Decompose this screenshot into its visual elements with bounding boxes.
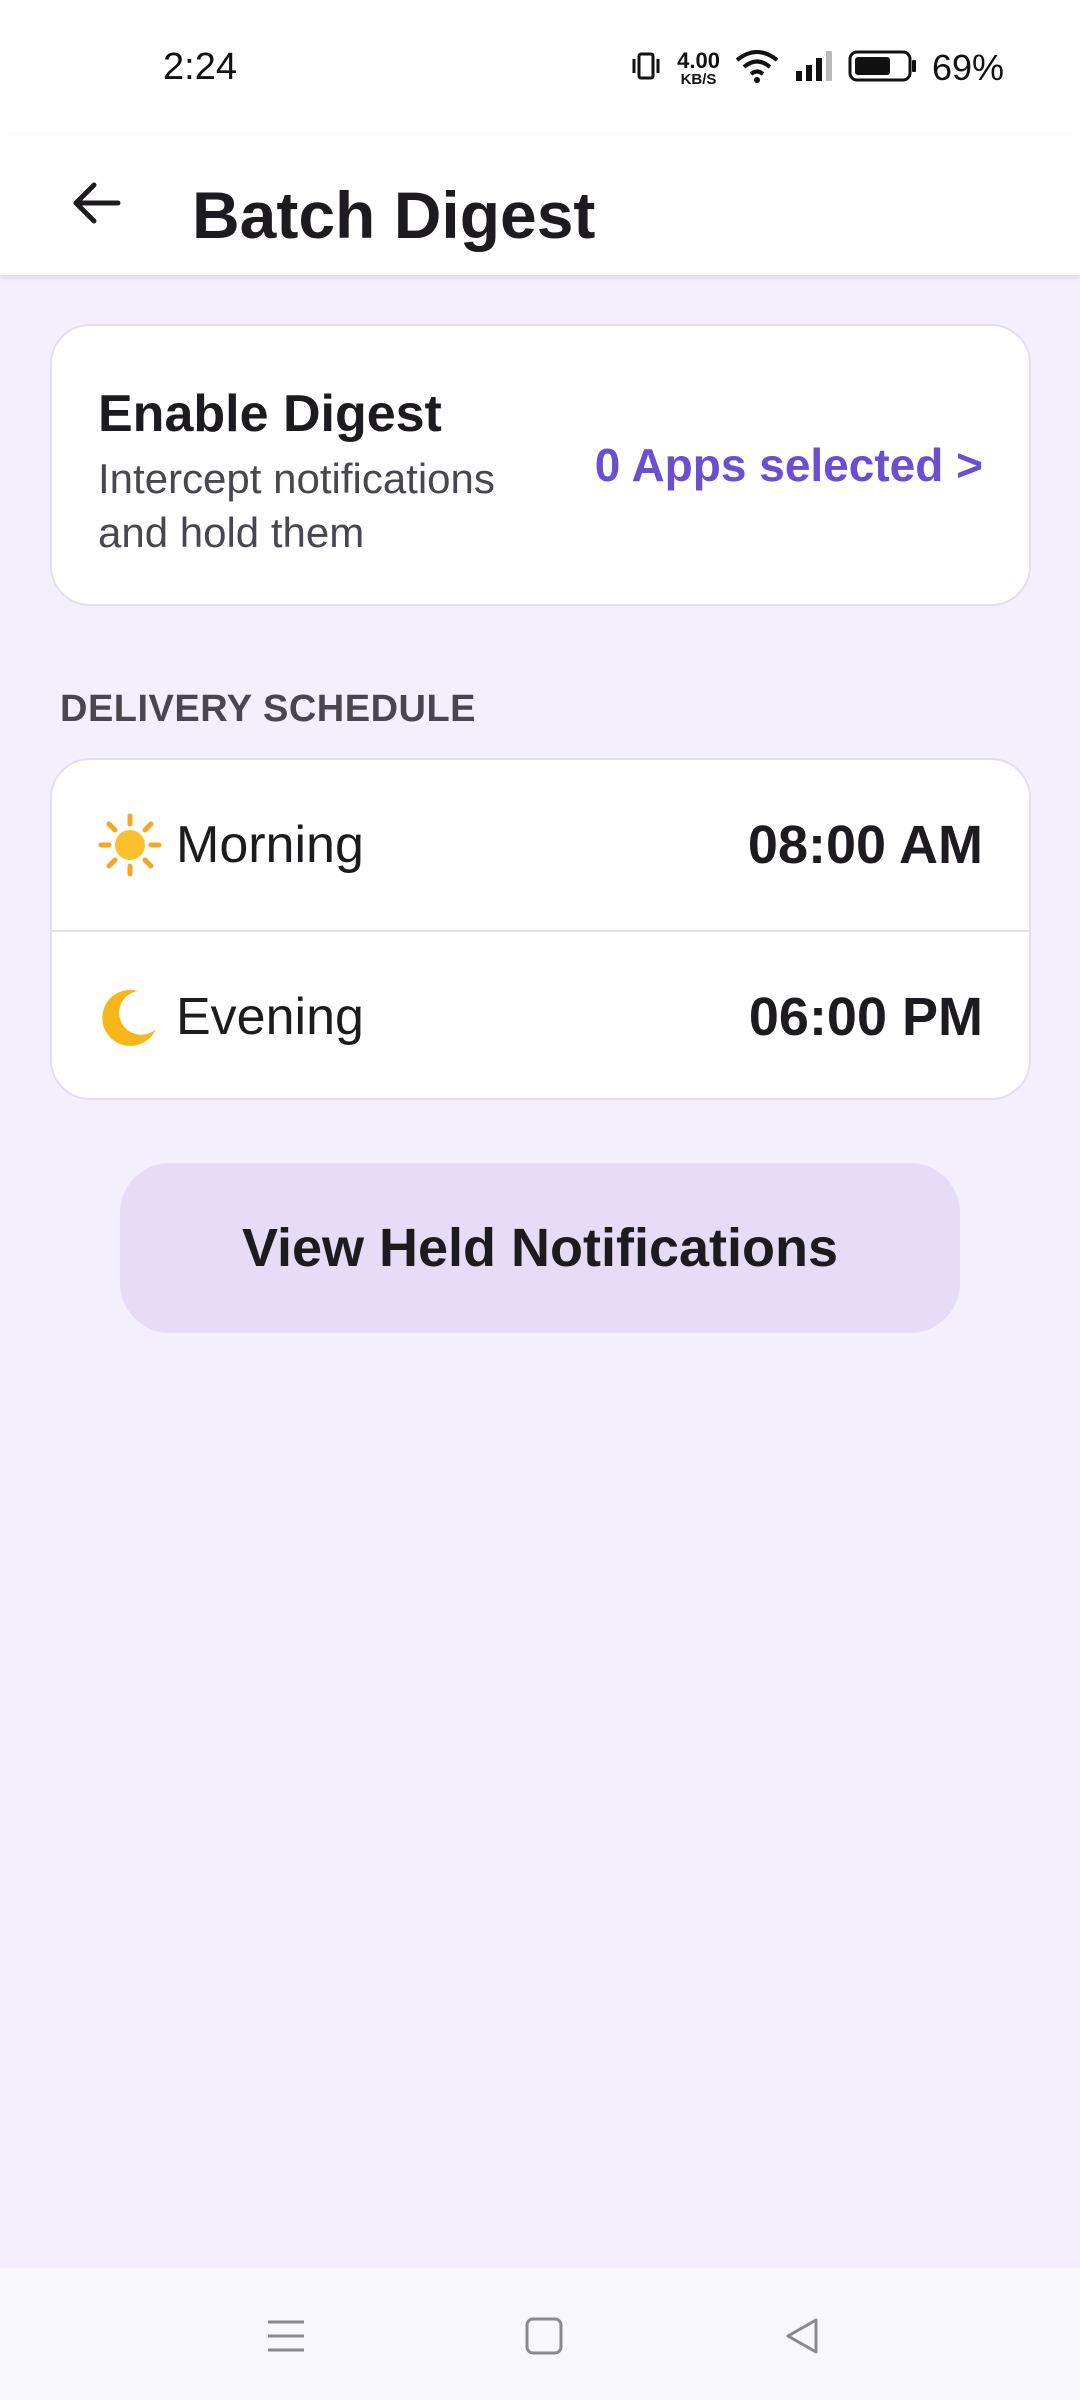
triangle-back-icon: [782, 2316, 822, 2361]
status-bar: 2:24 4.00 KB/S 69%: [0, 0, 1080, 135]
arrow-left-icon: [68, 175, 124, 236]
net-speed: 4.00 KB/S: [677, 47, 720, 88]
delivery-schedule-card: Morning 08:00 AM Evening 06:00 PM: [50, 758, 1031, 1100]
schedule-label-evening: Evening: [176, 988, 364, 1046]
enable-digest-subtitle: Intercept notifications and hold them: [98, 455, 495, 556]
system-nav-bar: [0, 2268, 1080, 2400]
schedule-row-evening[interactable]: Evening 06:00 PM: [52, 932, 1029, 1098]
delivery-schedule-label: DELIVERY SCHEDULE: [60, 688, 477, 730]
moon-icon: [98, 985, 162, 1049]
square-icon: [524, 2316, 564, 2361]
vibrate-icon: [629, 49, 663, 88]
apps-selected-link[interactable]: 0 Apps selected >: [595, 438, 983, 492]
wifi-icon: [734, 48, 780, 89]
battery-percent: 69%: [931, 47, 1004, 88]
status-icons: 4.00 KB/S 69%: [629, 44, 1004, 92]
nav-home-button[interactable]: [514, 2308, 574, 2368]
schedule-label-morning: Morning: [176, 816, 364, 874]
enable-digest-title: Enable Digest: [98, 385, 442, 443]
status-time: 2:24: [163, 46, 237, 88]
view-held-notifications-button[interactable]: View Held Notifications: [120, 1163, 960, 1333]
menu-icon: [266, 2318, 306, 2359]
net-speed-value: 4.00: [677, 47, 720, 73]
app-bar: Batch Digest: [0, 135, 1080, 275]
page-title: Batch Digest: [192, 178, 596, 252]
net-speed-unit: KB/S: [680, 70, 717, 88]
schedule-time-evening[interactable]: 06:00 PM: [749, 986, 983, 1048]
sun-icon: [98, 813, 162, 877]
signal-icon: [794, 49, 834, 88]
back-button[interactable]: [56, 165, 136, 245]
enable-digest-card[interactable]: Enable Digest Intercept notifications an…: [50, 324, 1031, 606]
schedule-row-morning[interactable]: Morning 08:00 AM: [52, 760, 1029, 930]
nav-menu-button[interactable]: [256, 2308, 316, 2368]
nav-back-button[interactable]: [772, 2308, 832, 2368]
battery-icon: [848, 49, 918, 88]
schedule-time-morning[interactable]: 08:00 AM: [748, 814, 983, 876]
